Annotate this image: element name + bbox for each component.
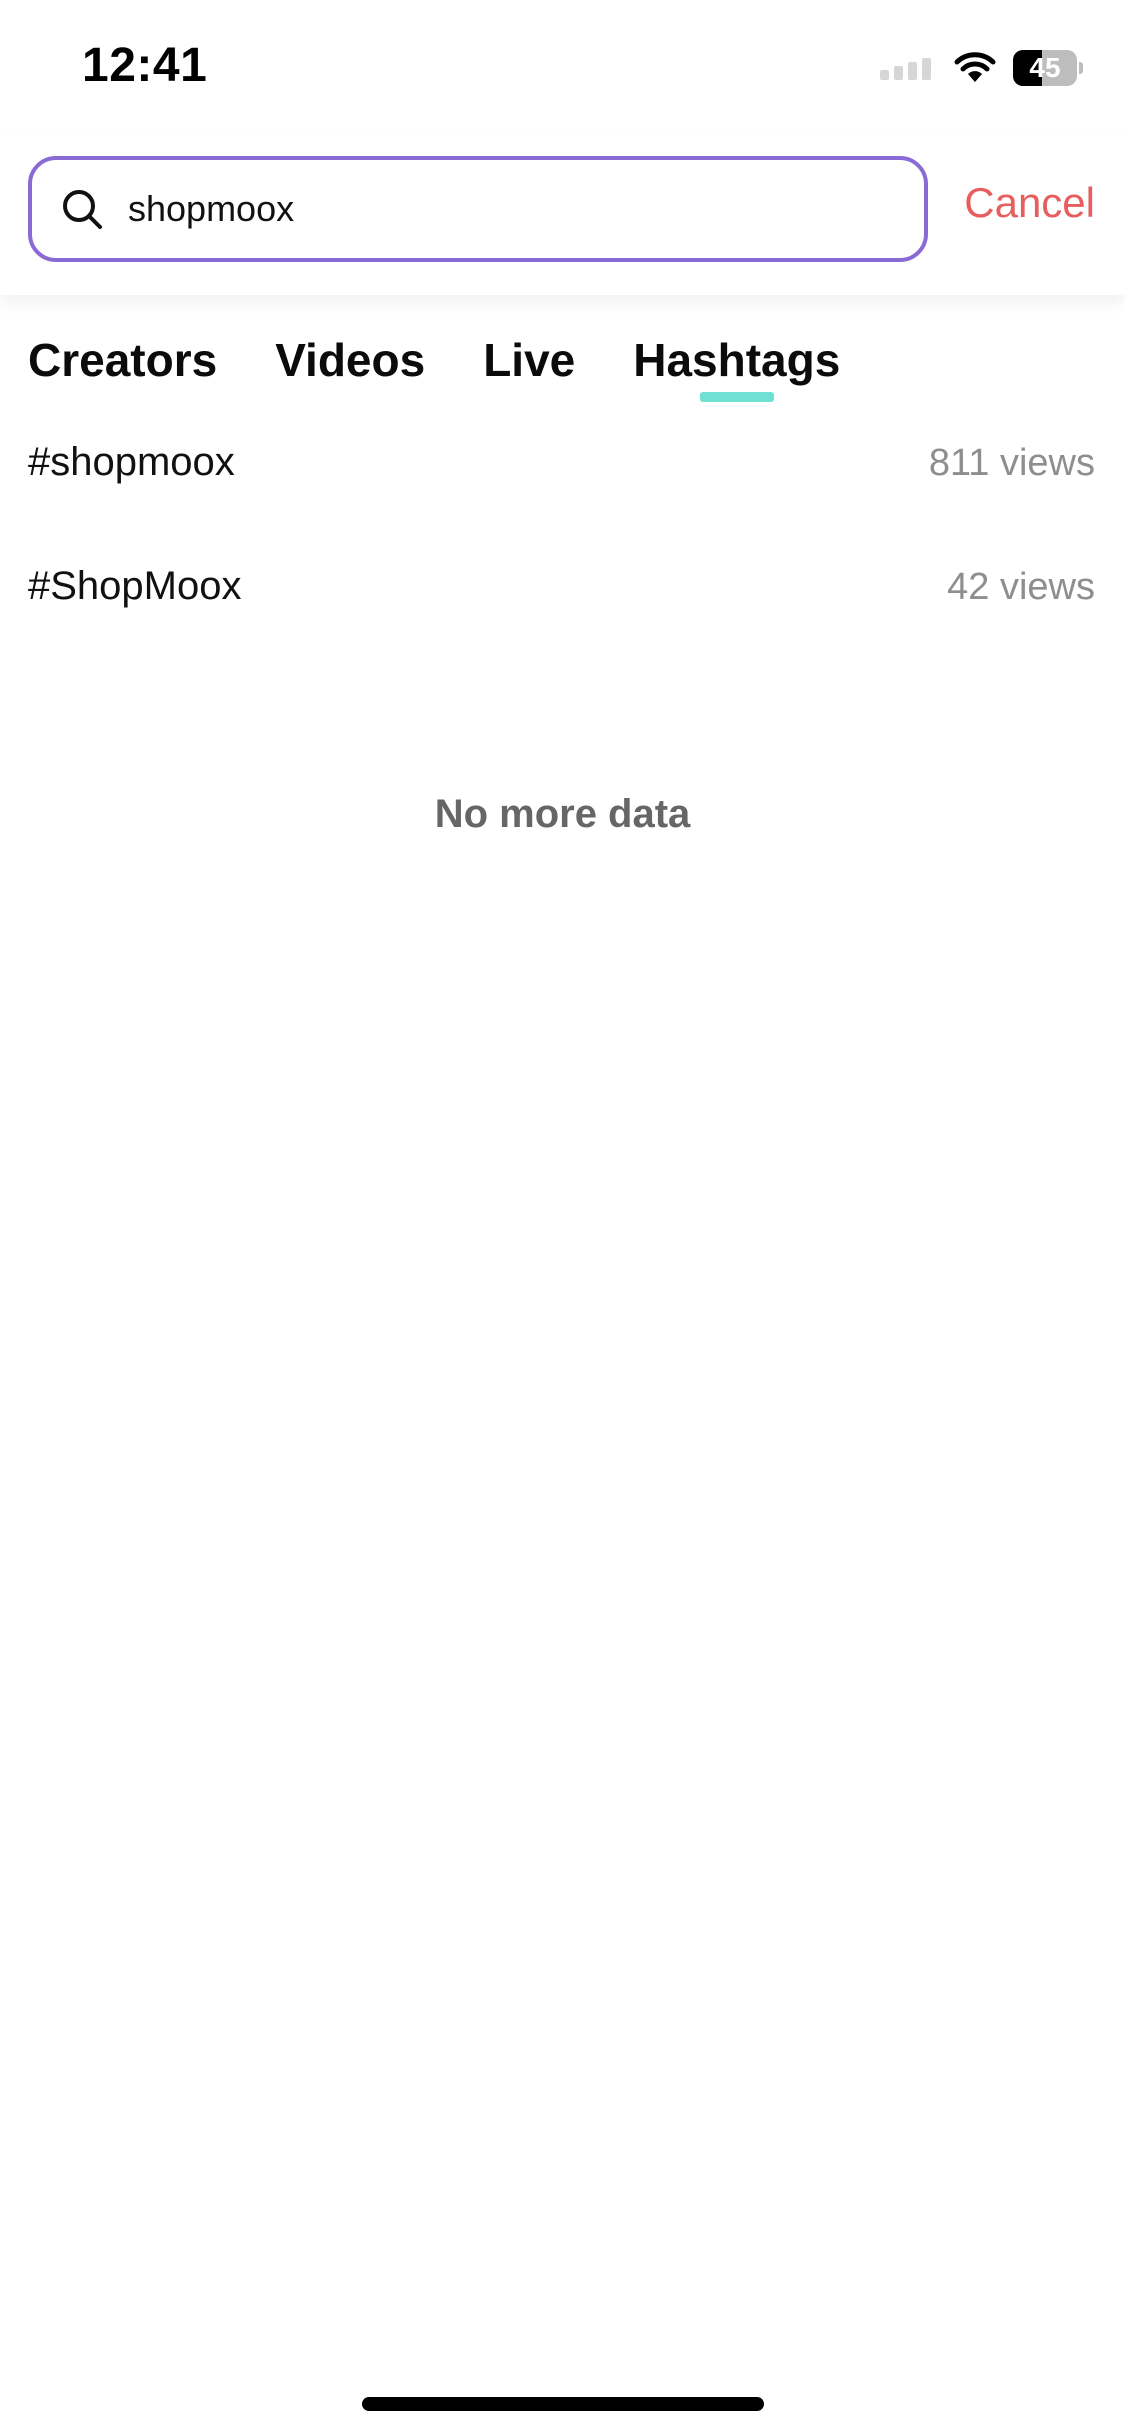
wifi-icon: [954, 52, 996, 82]
hashtag-views: 811 views: [928, 442, 1095, 484]
status-time: 12:41: [82, 39, 208, 92]
result-tabs: Creators Videos Live Hashtags: [28, 330, 898, 410]
cancel-button[interactable]: Cancel: [964, 179, 1095, 227]
home-indicator: [362, 2397, 764, 2411]
hashtag-row[interactable]: #shopmoox 811 views: [0, 420, 1125, 544]
hashtag-row[interactable]: #ShopMoox 42 views: [0, 544, 1125, 668]
tab-hashtags[interactable]: Hashtags: [633, 330, 841, 402]
no-more-data-message: No more data: [434, 792, 691, 836]
tab-creators[interactable]: Creators: [28, 330, 217, 390]
search-results-screen: 12:41 45 shopmoox Cancel Creators Videos…: [0, 0, 1125, 2436]
hashtag-views: 42 views: [947, 566, 1095, 608]
cellular-signal-icon: [880, 56, 931, 80]
status-bar: 12:41 45: [0, 0, 1125, 135]
search-input[interactable]: [128, 160, 908, 258]
status-icons: 45: [880, 46, 1083, 90]
hashtag-name: #shopmoox: [28, 440, 235, 484]
active-tab-indicator: [699, 392, 774, 402]
tab-hashtags-label: Hashtags: [633, 334, 841, 386]
hashtag-name: #ShopMoox: [28, 564, 242, 608]
search-box[interactable]: [28, 156, 928, 262]
hashtag-list: #shopmoox 811 views #ShopMoox 42 views: [0, 420, 1125, 668]
search-header: Cancel: [0, 135, 1125, 295]
battery-icon: 45: [1013, 50, 1083, 86]
battery-level: 45: [1029, 52, 1061, 83]
search-icon: [63, 190, 102, 229]
tab-live[interactable]: Live: [483, 330, 575, 390]
tab-videos[interactable]: Videos: [275, 330, 425, 390]
